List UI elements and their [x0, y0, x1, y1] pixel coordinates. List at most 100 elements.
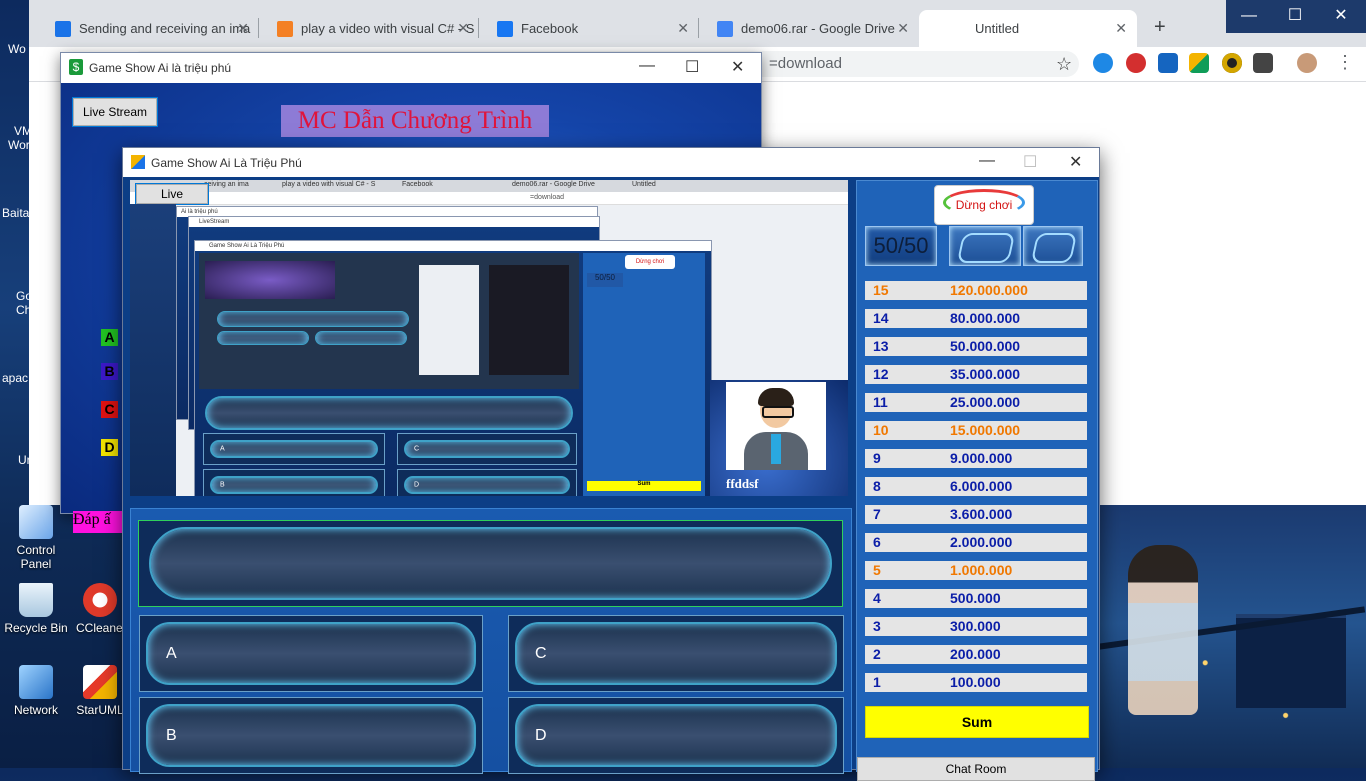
prize-row: 4 500.000 — [865, 589, 1087, 608]
prize-amount: 3.600.000 — [950, 506, 1013, 522]
tab-favicon-icon — [55, 20, 71, 37]
live-stream-button[interactable]: Live Stream — [73, 98, 157, 126]
answer-a-button[interactable]: A — [139, 615, 483, 692]
answer-b-indicator: B — [101, 363, 118, 380]
tab-close-icon[interactable]: ✕ — [457, 20, 469, 37]
control-panel-icon — [19, 505, 53, 539]
sum-button[interactable]: Sum — [865, 706, 1089, 738]
prize-level: 13 — [873, 338, 889, 354]
minimize-button[interactable]: — — [979, 152, 995, 170]
prize-level: 11 — [873, 394, 888, 410]
close-button[interactable]: ✕ — [731, 57, 744, 77]
answer-c-indicator: C — [101, 401, 118, 418]
network-icon — [19, 665, 53, 699]
tab-close-icon[interactable]: ✕ — [237, 20, 249, 37]
ask-audience-lifeline[interactable] — [949, 226, 1021, 266]
browser-tab[interactable]: play a video with visual C# - S ✕ — [259, 10, 479, 47]
tab-close-icon[interactable]: ✕ — [677, 20, 689, 37]
prize-row: 5 1.000.000 — [865, 561, 1087, 580]
prize-amount: 6.000.000 — [950, 478, 1013, 494]
answer-b-button[interactable]: B — [139, 697, 483, 774]
recycle-bin-icon — [19, 583, 53, 617]
chat-room-button[interactable]: Chat Room — [857, 757, 1095, 781]
profile-avatar[interactable] — [1297, 53, 1317, 73]
wallpaper-anime-scene — [1098, 505, 1366, 768]
answer-d-indicator: D — [101, 439, 118, 456]
dollar-app-icon: $ — [69, 59, 83, 75]
mc-window-titlebar: $ Game Show Ai là triệu phú — ☐ ✕ — [61, 53, 761, 83]
preview-prize-ladder: Dừng chơi 50/50 Sum — [583, 253, 705, 496]
player-username: ffddsf — [726, 476, 759, 491]
prize-level: 5 — [873, 562, 881, 578]
answer-d-button[interactable]: D — [508, 697, 844, 774]
browser-tab[interactable]: Facebook ✕ — [479, 10, 699, 47]
answer-c-button[interactable]: C — [508, 615, 844, 692]
extension-se-icon[interactable] — [1253, 53, 1273, 73]
game-window-titlebar: Game Show Ai Là Triệu Phú — ☐ ✕ — [123, 148, 1099, 176]
maximize-button[interactable]: ☐ — [685, 57, 699, 77]
tab-close-icon[interactable]: ✕ — [1115, 20, 1127, 37]
prize-amount: 2.000.000 — [950, 534, 1013, 550]
preview-tabstrip: ceiving an ima play a video with visual … — [130, 180, 848, 192]
desktop-icon-network[interactable]: Network — [0, 665, 72, 717]
minimize-button[interactable]: — — [1226, 0, 1272, 33]
wallpaper-character — [1128, 545, 1198, 715]
prize-amount: 200.000 — [950, 646, 1001, 662]
prize-row: 6 2.000.000 — [865, 533, 1087, 552]
desktop-icon-ccleaner[interactable]: CCleaner — [76, 583, 124, 635]
prize-level: 4 — [873, 590, 881, 606]
audience-icon — [956, 233, 1016, 263]
new-tab-button[interactable]: + — [1154, 16, 1166, 39]
prize-level: 8 — [873, 478, 881, 494]
chrome-menu-icon[interactable]: ⋮ — [1336, 52, 1354, 73]
desktop-icon-recycle-bin[interactable]: Recycle Bin — [0, 583, 72, 635]
prize-level: 3 — [873, 618, 881, 634]
desktop-icon-staruml[interactable]: StarUML — [76, 665, 124, 717]
desktop-icon-control-panel[interactable]: Control Panel — [0, 505, 72, 571]
prize-amount: 80.000.000 — [950, 310, 1021, 326]
player-avatar — [726, 382, 826, 470]
browser-tab[interactable]: demo06.rar - Google Drive ✕ — [699, 10, 919, 47]
prize-row: 10 15.000.000 — [865, 421, 1087, 440]
game-window: Game Show Ai Là Triệu Phú — ☐ ✕ ceiving … — [122, 147, 1100, 781]
prize-row: 15 120.000.000 — [865, 281, 1087, 300]
extension-eab-icon[interactable] — [1126, 53, 1146, 73]
prize-row: 9 9.000.000 — [865, 449, 1087, 468]
prize-amount: 25.000.000 — [950, 394, 1021, 410]
stop-game-button[interactable]: Dừng chơi — [934, 185, 1034, 225]
fifty-fifty-lifeline[interactable]: 50/50 — [865, 226, 937, 266]
minimize-button[interactable]: — — [639, 57, 655, 75]
prize-row: 1 100.000 — [865, 673, 1087, 692]
mc-title: MC Dẫn Chương Trình — [281, 105, 549, 137]
phone-icon — [1030, 233, 1078, 263]
close-button[interactable]: ✕ — [1318, 0, 1364, 33]
prize-row: 12 35.000.000 — [865, 365, 1087, 384]
tab-close-icon[interactable]: ✕ — [897, 20, 909, 37]
prize-level: 14 — [873, 310, 889, 326]
prize-row: 8 6.000.000 — [865, 477, 1087, 496]
desktop-partial-label: Wor — [8, 138, 30, 152]
preview-game-window: Game Show Ai Là Triệu Phú A C B D Dừng c… — [194, 240, 712, 496]
extension-drop-icon[interactable] — [1093, 53, 1113, 73]
bookmark-star-icon[interactable]: ☆ — [1056, 51, 1072, 77]
browser-tab[interactable]: Sending and receiving an ima ✕ — [37, 10, 259, 47]
browser-tabstrip: Sending and receiving an ima ✕ play a vi… — [29, 0, 1366, 47]
staruml-icon — [83, 665, 117, 699]
browser-tab-active[interactable]: Untitled ✕ — [919, 10, 1137, 47]
extension-grid-icon[interactable] — [1189, 53, 1209, 73]
extension-j-icon[interactable] — [1158, 53, 1178, 73]
answer-a-indicator: A — [101, 329, 118, 346]
prize-row: 7 3.600.000 — [865, 505, 1087, 524]
prize-level: 10 — [873, 422, 889, 438]
question-box — [149, 527, 832, 600]
phone-friend-lifeline[interactable] — [1023, 226, 1083, 266]
close-button[interactable]: ✕ — [1069, 152, 1082, 172]
prize-amount: 35.000.000 — [950, 366, 1021, 382]
extension-circle-icon[interactable] — [1222, 53, 1242, 73]
facebook-icon — [497, 20, 513, 37]
live-button[interactable]: Live — [136, 184, 208, 204]
question-panel: A C B D — [130, 508, 852, 774]
maximize-button[interactable]: ☐ — [1272, 0, 1318, 33]
prize-amount: 15.000.000 — [950, 422, 1021, 438]
prize-row: 3 300.000 — [865, 617, 1087, 636]
